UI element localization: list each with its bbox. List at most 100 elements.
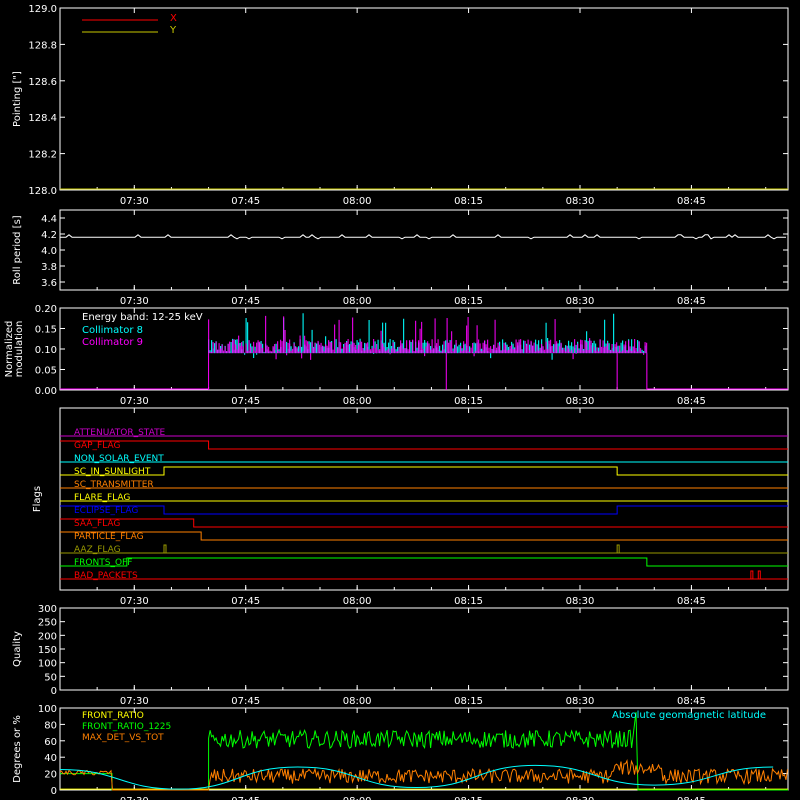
y-tick-label: 128.4 [28, 113, 57, 124]
panel-4-frame [59, 407, 789, 591]
legend-label-collimator-8: Collimator 8 [82, 325, 143, 336]
x-tick-label: 07:30 [120, 696, 149, 707]
panel-2-frame [59, 209, 789, 291]
y-tick-label: 128.2 [28, 150, 57, 161]
x-tick-label: 08:30 [566, 796, 595, 800]
y-tick-label: 4.0 [41, 246, 57, 257]
series-max-det-vs-tot [59, 759, 788, 791]
x-tick-label: 08:00 [343, 196, 372, 207]
y-tick-label: 0.05 [35, 366, 57, 377]
x-tick-label: 07:45 [231, 696, 260, 707]
y-tick-label: 4.4 [41, 214, 57, 225]
x-tick-label: 08:45 [677, 696, 706, 707]
x-tick-label: 08:15 [454, 796, 483, 800]
legend-label-max-det-vs-tot: MAX_DET_VS_TOT [82, 733, 164, 743]
x-tick-label: 08:45 [677, 296, 706, 307]
y-tick-label: 50 [44, 672, 57, 683]
x-tick-label: 07:45 [231, 296, 260, 307]
legend-title: Energy band: 12-25 keV [82, 312, 203, 323]
x-tick-label: 07:45 [231, 596, 260, 607]
y-tick-label: 200 [38, 631, 57, 642]
flag-trace-sc-in-sunlight [60, 466, 788, 476]
y-axis-label-flags: Flags [32, 486, 43, 512]
flag-trace-gap-flag [60, 440, 788, 450]
flag-label-gap-flag: GAP_FLAG [74, 441, 120, 451]
x-tick-label: 08:30 [566, 296, 595, 307]
y-tick-label: 40 [44, 753, 57, 764]
y-tick-label: 300 [38, 604, 57, 615]
flag-label-eclipse-flag: ECLIPSE_FLAG [74, 506, 138, 516]
y-tick-label: 3.6 [41, 278, 57, 289]
flag-trace-bad-packets [60, 570, 788, 580]
y-tick-label: 3.8 [41, 262, 57, 273]
flag-label-particle-flag: PARTICLE_FLAG [74, 532, 144, 542]
x-tick-label: 08:00 [343, 396, 372, 407]
legend-label-collimator-9: Collimator 9 [82, 337, 143, 348]
y-tick-label: 128.8 [28, 40, 57, 51]
y-axis-label-quality: Quality [12, 631, 23, 667]
flag-trace-eclipse-flag [60, 505, 788, 515]
x-tick-label: 08:30 [566, 696, 595, 707]
legend-label-front-ratio: FRONT_RATIO [82, 711, 144, 721]
x-tick-label: 08:15 [454, 196, 483, 207]
x-tick-label: 08:15 [454, 396, 483, 407]
y-tick-label: 0 [51, 786, 57, 797]
x-tick-label: 07:30 [120, 596, 149, 607]
flag-trace-particle-flag [60, 531, 788, 541]
x-tick-label: 08:15 [454, 696, 483, 707]
x-tick-label: 08:30 [566, 396, 595, 407]
y-axis-label-pointing: Pointing ["] [12, 71, 23, 127]
y-tick-label: 0.20 [35, 304, 57, 315]
y-tick-label: 60 [44, 737, 57, 748]
flag-trace-fronts-off [60, 557, 788, 567]
legend-label-y: Y [169, 25, 177, 36]
y-tick-label: 128.6 [28, 77, 57, 88]
x-tick-label: 07:30 [120, 296, 149, 307]
series-geomagnetic-latitude [59, 764, 774, 790]
y-tick-label: 80 [44, 720, 57, 731]
flag-label-saa-flag: SAA_FLAG [74, 519, 120, 529]
y-tick-label: 0.15 [35, 325, 57, 336]
y-tick-label: 150 [38, 645, 57, 656]
x-tick-label: 07:30 [120, 396, 149, 407]
x-tick-label: 08:00 [343, 296, 372, 307]
flag-trace-saa-flag [60, 518, 788, 528]
x-tick-label: 07:30 [120, 196, 149, 207]
x-tick-label: 08:15 [454, 596, 483, 607]
x-tick-label: 08:45 [677, 596, 706, 607]
y-tick-label: 4.2 [41, 230, 57, 241]
y-tick-label: 0.10 [35, 345, 57, 356]
x-tick-label: 07:45 [231, 196, 260, 207]
x-tick-label: 08:00 [343, 596, 372, 607]
panel-5-frame [59, 607, 789, 691]
flag-trace-aaz-flag [60, 544, 788, 554]
x-tick-label: 07:45 [231, 796, 260, 800]
y-tick-label: 20 [44, 770, 57, 781]
x-tick-label: 08:45 [677, 796, 706, 800]
x-tick-label: 08:30 [566, 596, 595, 607]
y-tick-label: 250 [38, 618, 57, 629]
y-tick-label: 100 [38, 704, 57, 715]
legend-label-front-ratio-1225: FRONT_RATIO_1225 [82, 722, 171, 732]
legend-label-x: X [170, 13, 177, 24]
x-tick-label: 08:00 [343, 796, 372, 800]
x-tick-label: 08:15 [454, 296, 483, 307]
y-axis-label-modulation: modulation [14, 321, 25, 378]
annotation-geomagnetic-latitude: Absolute geomagnetic latitude [612, 710, 766, 721]
y-tick-label: 0.00 [35, 386, 57, 397]
x-tick-label: 07:45 [231, 396, 260, 407]
y-tick-label: 0 [51, 686, 57, 697]
x-tick-label: 08:45 [677, 196, 706, 207]
x-tick-label: 08:30 [566, 196, 595, 207]
y-tick-label: 100 [38, 659, 57, 670]
roll-period-series [60, 234, 786, 240]
x-tick-label: 07:30 [120, 796, 149, 800]
rhessi-quicklook-figure: 07:30 07:45 08:00 08:15 08:30 08:45 128.0 128.2… [4, 4, 789, 800]
y-tick-label: 129.0 [28, 4, 57, 15]
y-axis-label-roll-period: Roll period [s] [12, 215, 23, 284]
modulation-bars-collimator-9 [208, 315, 648, 360]
x-tick-label: 08:45 [677, 396, 706, 407]
y-axis-label-degrees: Degrees or % [12, 715, 23, 783]
y-tick-label: 128.0 [28, 186, 57, 197]
x-tick-label: 08:00 [343, 696, 372, 707]
